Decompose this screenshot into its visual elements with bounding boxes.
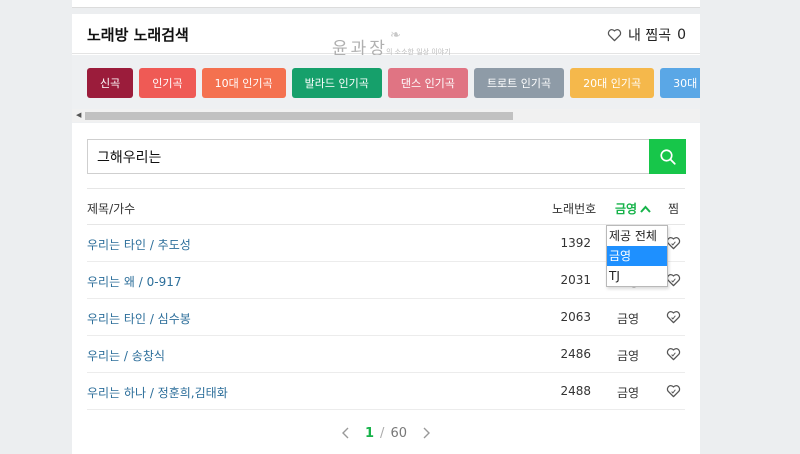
current-page[interactable]: 1 bbox=[365, 426, 374, 441]
search-icon bbox=[659, 148, 676, 165]
search-button[interactable] bbox=[649, 139, 686, 174]
dropdown-option[interactable]: TJ bbox=[607, 266, 667, 286]
table-row: 우리는 타인 / 추도성1392금영 bbox=[87, 225, 685, 262]
song-brand: 금영 bbox=[617, 386, 640, 400]
table-body: 우리는 타인 / 추도성1392금영우리는 왜 / 0-9172031금영우리는… bbox=[87, 225, 685, 410]
column-header-title: 제목/가수 bbox=[87, 202, 136, 216]
song-number: 2063 bbox=[560, 310, 591, 324]
chevron-up-icon bbox=[640, 205, 651, 213]
favorite-heart-icon[interactable] bbox=[666, 236, 681, 250]
table-row: 우리는 타인 / 심수봉 2063 금영 bbox=[87, 299, 685, 336]
favorite-heart-icon[interactable] bbox=[666, 384, 681, 398]
page-separator: / bbox=[380, 425, 385, 441]
table-row: 우리는 / 송창식 2486 금영 bbox=[87, 336, 685, 373]
table-row: 우리는 하나 / 정훈희,김태화 2488 금영 bbox=[87, 373, 685, 410]
brand-filter-dropdown[interactable]: 제공 전체 금영 TJ bbox=[606, 225, 668, 287]
song-number: 2031 bbox=[560, 273, 591, 287]
favorites-label: 내 찜곡 bbox=[627, 28, 672, 44]
next-page-icon[interactable] bbox=[421, 427, 431, 439]
card-header: 노래방 노래검색 윤과장 ❧ 의 소소한 일상 이야기 내 찜곡 0 bbox=[72, 14, 700, 59]
song-title-link[interactable]: 우리는 타인 / 심수봉 bbox=[87, 310, 191, 327]
previous-card-edge bbox=[72, 0, 700, 8]
search-input[interactable] bbox=[88, 140, 649, 173]
song-brand: 금영 bbox=[617, 312, 640, 326]
pagination: 1 / 60 bbox=[72, 422, 700, 444]
song-title-link[interactable]: 우리는 타인 / 추도성 bbox=[87, 236, 191, 253]
table-row: 우리는 왜 / 0-9172031금영 bbox=[87, 262, 685, 299]
favorite-heart-icon[interactable] bbox=[666, 347, 681, 361]
category-chip[interactable]: 트로트 인기곡 bbox=[473, 68, 565, 98]
table-header: 제목/가수 노래번호 금영 찜 bbox=[87, 188, 685, 225]
dropdown-option[interactable]: 제공 전체 bbox=[607, 226, 667, 246]
song-number: 2486 bbox=[560, 347, 591, 361]
my-favorites-button[interactable]: 내 찜곡 0 bbox=[607, 25, 686, 45]
favorites-count: 0 bbox=[677, 27, 686, 43]
category-chip[interactable]: 신곡 bbox=[87, 68, 134, 98]
song-number: 1392 bbox=[560, 236, 591, 250]
song-title-link[interactable]: 우리는 하나 / 정훈희,김태화 bbox=[87, 384, 228, 401]
song-title-link[interactable]: 우리는 / 송창식 bbox=[87, 347, 165, 364]
favorite-heart-icon[interactable] bbox=[666, 273, 681, 287]
category-chip[interactable]: 인기곡 bbox=[139, 68, 196, 98]
dropdown-option[interactable]: 금영 bbox=[607, 246, 667, 266]
favorite-heart-icon[interactable] bbox=[666, 310, 681, 324]
horizontal-scrollbar[interactable]: ◀ bbox=[72, 109, 700, 122]
category-chip-bar: 신곡 인기곡 10대 인기곡 발라드 인기곡 댄스 인기곡 트로트 인기곡 20대 인기곡 3… bbox=[72, 55, 700, 123]
total-pages: 60 bbox=[390, 425, 407, 441]
song-table: 제목/가수 노래번호 금영 찜 우리는 타인 / 추도성1392금영우리는 왜 … bbox=[87, 188, 685, 410]
category-chips: 신곡 인기곡 10대 인기곡 발라드 인기곡 댄스 인기곡 트로트 인기곡 20대 인기곡 3… bbox=[87, 68, 700, 98]
page-title: 노래방 노래검색 bbox=[87, 26, 189, 44]
prev-page-icon[interactable] bbox=[341, 427, 351, 439]
scrollbar-thumb[interactable] bbox=[85, 112, 513, 120]
category-chip[interactable]: 댄스 인기곡 bbox=[387, 68, 468, 98]
song-title-link[interactable]: 우리는 왜 / 0-917 bbox=[87, 273, 182, 290]
category-chip[interactable]: 10대 인기곡 bbox=[201, 68, 286, 98]
heart-icon bbox=[607, 29, 622, 42]
brand-filter-toggle[interactable]: 금영 bbox=[615, 200, 651, 217]
category-chip[interactable]: 30대 인기곡 bbox=[660, 68, 700, 98]
brand-filter-label: 금영 bbox=[615, 202, 638, 216]
category-chip[interactable]: 발라드 인기곡 bbox=[291, 68, 382, 98]
song-number: 2488 bbox=[560, 384, 591, 398]
search-box bbox=[87, 139, 686, 174]
column-header-number: 노래번호 bbox=[552, 202, 597, 216]
column-header-fav: 찜 bbox=[668, 202, 680, 216]
song-brand: 금영 bbox=[617, 349, 640, 363]
scroll-left-arrow-icon[interactable]: ◀ bbox=[76, 111, 81, 119]
category-chip[interactable]: 20대 인기곡 bbox=[570, 68, 655, 98]
leaf-icon: ❧ bbox=[390, 28, 401, 43]
